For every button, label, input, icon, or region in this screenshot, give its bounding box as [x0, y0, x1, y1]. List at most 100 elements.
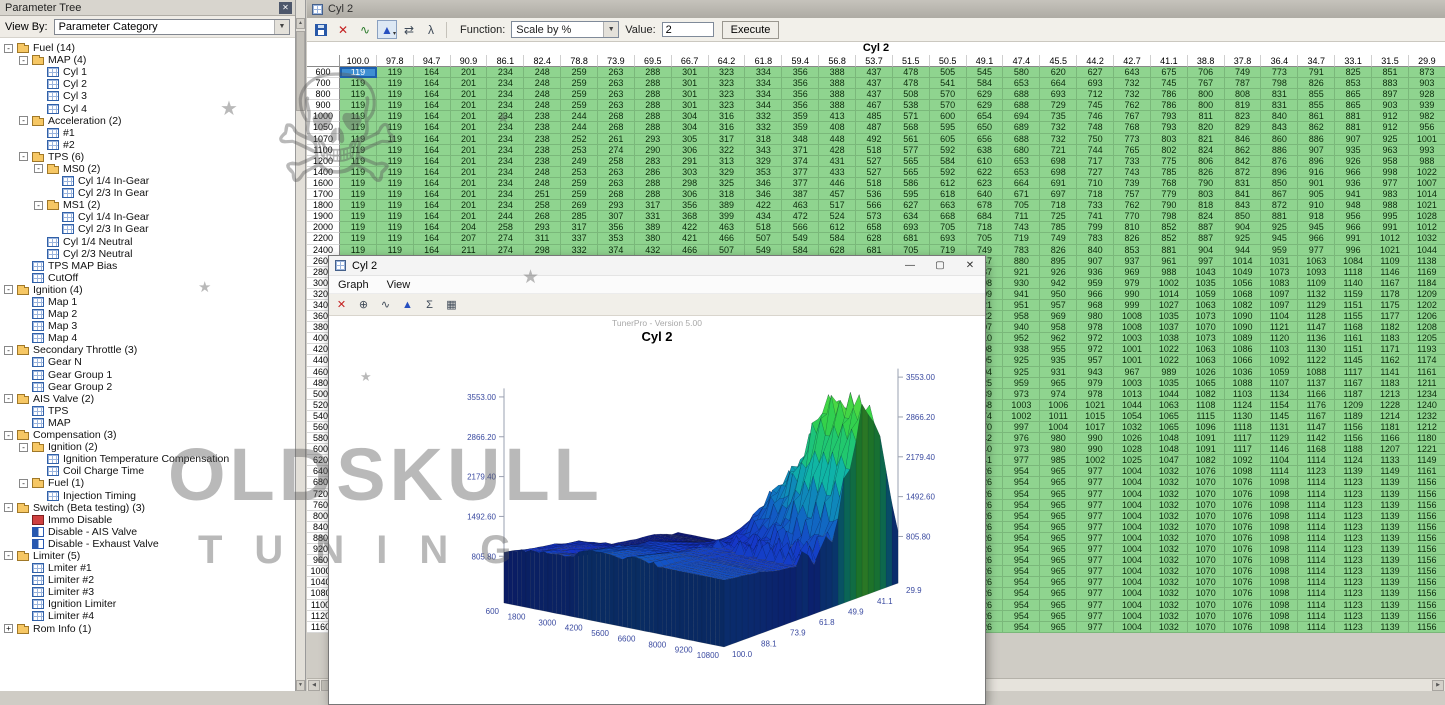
col-header[interactable]: 47.4 — [1003, 55, 1040, 67]
grid-cell[interactable]: 959 — [1003, 378, 1040, 389]
grid-cell[interactable]: 323 — [709, 100, 746, 111]
col-header[interactable]: 44.2 — [1077, 55, 1114, 67]
grid-cell[interactable]: 566 — [856, 200, 893, 211]
grid-cell[interactable]: 956 — [1409, 122, 1445, 133]
grid-cell[interactable]: 600 — [930, 111, 967, 122]
grid-cell[interactable]: 1014 — [1225, 256, 1262, 267]
grid-cell[interactable]: 288 — [635, 111, 672, 122]
grid-cell[interactable]: 918 — [1298, 211, 1335, 222]
grid-cell[interactable]: 943 — [1077, 367, 1114, 378]
grid-cell[interactable]: 1156 — [1409, 611, 1445, 622]
grid-cell[interactable]: 965 — [1040, 588, 1077, 599]
grid-cell[interactable]: 965 — [1040, 522, 1077, 533]
grid-cell[interactable]: 1156 — [1409, 588, 1445, 599]
grid-cell[interactable]: 991 — [1335, 233, 1372, 244]
grid-cell[interactable]: 977 — [1077, 522, 1114, 533]
grid-cell[interactable]: 959 — [1261, 245, 1298, 256]
grid-cell[interactable]: 1032 — [1151, 511, 1188, 522]
grid-cell[interactable]: 873 — [1409, 67, 1445, 78]
grid-cell[interactable]: 234 — [487, 89, 524, 100]
grid-cell[interactable]: 1098 — [1261, 600, 1298, 611]
tree-item-gear-group-1[interactable]: Gear Group 1 — [0, 369, 295, 381]
grid-cell[interactable]: 1139 — [1372, 566, 1409, 577]
grid-cell[interactable]: 954 — [1003, 611, 1040, 622]
grid-cell[interactable]: 988 — [1372, 200, 1409, 211]
discard-icon[interactable]: ✕ — [333, 20, 353, 39]
collapse-icon[interactable]: - — [4, 285, 13, 294]
grid-cell[interactable]: 988 — [1151, 267, 1188, 278]
grid-cell[interactable]: 872 — [1225, 167, 1262, 178]
grid-cell[interactable]: 248 — [524, 100, 561, 111]
grid-cell[interactable]: 1070 — [1188, 588, 1225, 599]
grid-cell[interactable]: 1001 — [1114, 344, 1151, 355]
grid-cell[interactable]: 1070 — [1188, 555, 1225, 566]
grid-cell[interactable]: 1070 — [1188, 600, 1225, 611]
grid-cell[interactable]: 965 — [1040, 577, 1077, 588]
grid-cell[interactable]: 935 — [1040, 355, 1077, 366]
grid-cell[interactable]: 507 — [745, 233, 782, 244]
grid-cell[interactable]: 1103 — [1225, 389, 1262, 400]
grid-cell[interactable]: 1098 — [1261, 533, 1298, 544]
grid-cell[interactable]: 1209 — [1335, 400, 1372, 411]
grid-cell[interactable]: 119 — [340, 89, 377, 100]
grid-cell[interactable]: 958 — [1372, 156, 1409, 167]
grid-cell[interactable]: 1048 — [1151, 433, 1188, 444]
col-header[interactable]: 94.7 — [414, 55, 451, 67]
grid-cell[interactable]: 1118 — [1225, 422, 1262, 433]
tree-item-cyl-2-3-in-gear[interactable]: Cyl 2/3 In Gear — [0, 187, 295, 199]
grid-cell[interactable]: 322 — [709, 145, 746, 156]
grid-cell[interactable]: 653 — [1003, 78, 1040, 89]
grid-cell[interactable]: 201 — [451, 78, 488, 89]
grid-cell[interactable]: 249 — [561, 156, 598, 167]
grid-cell[interactable]: 472 — [782, 211, 819, 222]
row-header[interactable]: 1900 — [307, 211, 340, 222]
tree-item-rom-info-1[interactable]: +Rom Info (1) — [0, 623, 295, 635]
grid-cell[interactable]: 612 — [930, 178, 967, 189]
grid-cell[interactable]: 842 — [1225, 156, 1262, 167]
grid-cell[interactable]: 967 — [1114, 367, 1151, 378]
grid-cell[interactable]: 1088 — [1225, 378, 1262, 389]
grid-cell[interactable]: 741 — [1077, 211, 1114, 222]
value-input[interactable] — [662, 22, 714, 37]
grid-cell[interactable]: 950 — [1040, 289, 1077, 300]
grid-cell[interactable]: 965 — [1040, 466, 1077, 477]
grid-cell[interactable]: 1098 — [1261, 500, 1298, 511]
grid-cell[interactable]: 1032 — [1151, 577, 1188, 588]
grid-cell[interactable]: 1070 — [1188, 322, 1225, 333]
grid-cell[interactable]: 248 — [524, 67, 561, 78]
grid-cell[interactable]: 1123 — [1335, 622, 1372, 633]
grid-cell[interactable]: 201 — [451, 67, 488, 78]
grid-cell[interactable]: 437 — [856, 89, 893, 100]
grid-cell[interactable]: 244 — [561, 111, 598, 122]
grid-cell[interactable]: 332 — [745, 111, 782, 122]
grid-cell[interactable]: 916 — [1298, 167, 1335, 178]
grid-cell[interactable]: 743 — [1003, 222, 1040, 233]
execute-button[interactable]: Execute — [722, 21, 780, 39]
grid-cell[interactable]: 926 — [1335, 156, 1372, 167]
tree-item-cyl-2-3-neutral[interactable]: Cyl 2/3 Neutral — [0, 248, 295, 260]
grid-cell[interactable]: 305 — [672, 134, 709, 145]
col-header[interactable]: 50.5 — [930, 55, 967, 67]
col-header[interactable]: 29.9 — [1409, 55, 1445, 67]
grid-cell[interactable]: 977 — [1077, 588, 1114, 599]
grid-cell[interactable]: 207 — [451, 233, 488, 244]
grid-cell[interactable]: 1032 — [1151, 466, 1188, 477]
grid-cell[interactable]: 745 — [1077, 100, 1114, 111]
grid-cell[interactable]: 1063 — [1151, 400, 1188, 411]
grid-cell[interactable]: 353 — [745, 167, 782, 178]
grid-cell[interactable]: 1004 — [1114, 566, 1151, 577]
grid-cell[interactable]: 565 — [893, 156, 930, 167]
grid-cell[interactable]: 316 — [709, 111, 746, 122]
grid-cell[interactable]: 1037 — [1151, 322, 1188, 333]
grid-cell[interactable]: 977 — [1077, 555, 1114, 566]
tree-item-cyl-3[interactable]: Cyl 3 — [0, 90, 295, 102]
grid-cell[interactable]: 1003 — [1114, 378, 1151, 389]
collapse-icon[interactable]: - — [34, 201, 43, 210]
grid-cell[interactable]: 1065 — [1151, 411, 1188, 422]
grid-cell[interactable]: 1123 — [1335, 522, 1372, 533]
grid-cell[interactable]: 710 — [1077, 178, 1114, 189]
grid-cell[interactable]: 1139 — [1372, 533, 1409, 544]
grid-cell[interactable]: 565 — [893, 167, 930, 178]
grid-cell[interactable]: 248 — [524, 78, 561, 89]
grid-cell[interactable]: 818 — [1188, 200, 1225, 211]
